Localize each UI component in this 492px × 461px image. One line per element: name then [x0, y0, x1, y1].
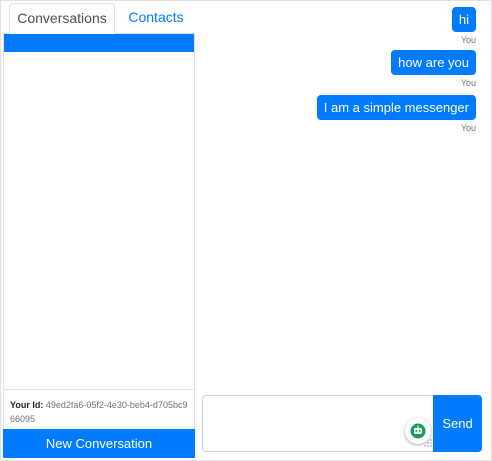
- message-item: I am a simple messenger You: [316, 95, 476, 133]
- user-id-section: Your Id: 49ed2fa6-05f2-4e30-beb4-d705bc9…: [3, 389, 195, 429]
- message-input[interactable]: [202, 395, 433, 452]
- message-list: hi You how are you You I am a simple mes…: [196, 3, 488, 388]
- message-item: hi You: [451, 7, 476, 45]
- send-button[interactable]: Send: [433, 395, 482, 452]
- message-item: how are you You: [391, 50, 476, 88]
- message-sender: You: [460, 35, 476, 45]
- chat-panel: hi You how are you You I am a simple mes…: [196, 3, 488, 458]
- conversation-item-selected[interactable]: [4, 34, 194, 52]
- message-bubble: I am a simple messenger: [316, 95, 476, 120]
- resize-grip-icon[interactable]: [424, 439, 432, 447]
- message-bubble: how are you: [391, 50, 476, 75]
- tab-bar: Conversations Contacts: [3, 3, 195, 34]
- message-bubble: hi: [451, 7, 476, 32]
- new-conversation-button[interactable]: New Conversation: [3, 429, 195, 458]
- tab-conversations[interactable]: Conversations: [9, 3, 115, 34]
- sidebar: Conversations Contacts Your Id: 49ed2fa6…: [3, 3, 195, 458]
- user-id-label: Your Id:: [10, 400, 44, 410]
- tab-contacts[interactable]: Contacts: [115, 3, 197, 34]
- message-composer: Send: [202, 395, 482, 452]
- message-sender: You: [460, 123, 476, 133]
- conversation-list: [3, 34, 195, 389]
- message-sender: You: [460, 78, 476, 88]
